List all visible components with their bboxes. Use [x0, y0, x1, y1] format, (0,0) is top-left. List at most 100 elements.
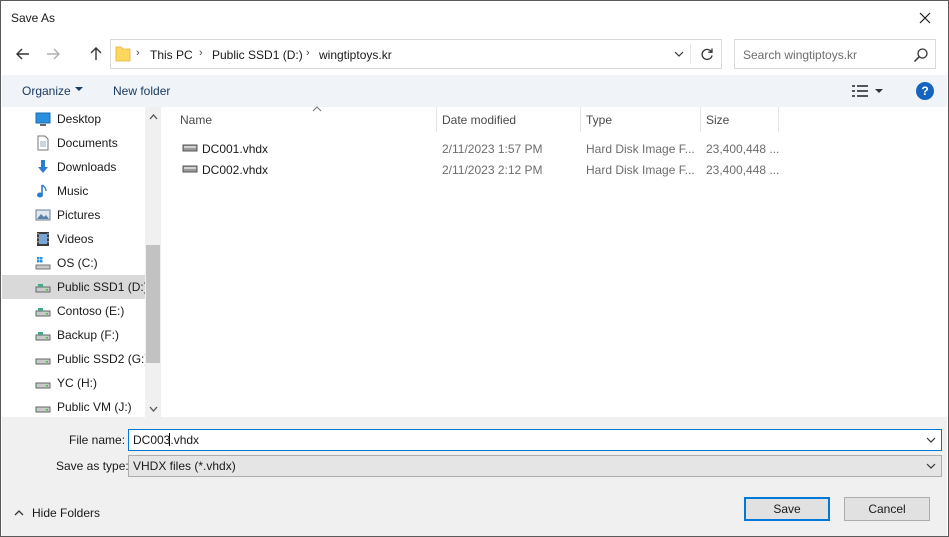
file-name-dropdown-button[interactable] [923, 432, 939, 448]
sidebar-item-label: Desktop [57, 112, 102, 126]
videos-icon [37, 232, 49, 246]
file-name-combobox[interactable]: DC003.vhdx [128, 429, 942, 451]
search-icon[interactable] [913, 47, 929, 63]
chevron-up-icon [149, 114, 157, 120]
address-history-dropdown[interactable] [667, 40, 691, 68]
pictures-icon [35, 209, 51, 221]
breadcrumb-wingtiptoys[interactable]: wingtiptoys.kr [319, 48, 392, 62]
address-bar[interactable]: › This PC › Public SSD1 (D:) › wingtipto… [110, 39, 722, 69]
sidebar-item-desktop[interactable]: Desktop [2, 107, 145, 131]
sidebar-item-yc-h[interactable]: YC (H:) [2, 371, 145, 395]
sidebar-item-public-vm-j[interactable]: Public VM (J:) [2, 395, 145, 417]
sidebar-item-documents[interactable]: Documents [2, 131, 145, 155]
up-button[interactable] [83, 41, 109, 67]
drive-icon [35, 382, 51, 389]
sidebar-item-contoso-e[interactable]: Contoso (E:) [2, 299, 145, 323]
sidebar-item-pictures[interactable]: Pictures [2, 203, 145, 227]
sidebar-item-downloads[interactable]: Downloads [2, 155, 145, 179]
window-title: Save As [11, 11, 56, 25]
sidebar-item-music[interactable]: Music [2, 179, 145, 203]
file-list: Name Date modified Type Size DC001.vhdx … [162, 106, 948, 417]
sidebar-item-label: Public SSD2 (G:) [57, 352, 149, 366]
column-header-label: Date modified [442, 113, 517, 127]
drive-icon [35, 358, 51, 365]
disk-image-icon [182, 144, 198, 152]
sidebar-item-os-c[interactable]: OS (C:) [2, 251, 145, 275]
file-name-text-before-caret: DC003 [133, 433, 171, 447]
file-size: 23,400,448 ... [706, 163, 780, 177]
file-name: DC001.vhdx [202, 142, 269, 156]
change-view-button[interactable] [852, 83, 888, 99]
scroll-thumb[interactable] [146, 245, 160, 363]
column-header-label: Name [180, 113, 213, 127]
command-bar: Organize New folder ? [2, 75, 947, 107]
scroll-up-button[interactable] [145, 109, 161, 125]
column-header-label: Type [586, 113, 613, 127]
column-header-date-modified[interactable]: Date modified [436, 107, 580, 132]
chevron-down-icon [926, 437, 936, 443]
file-size: 23,400,448 ... [706, 142, 780, 156]
search-input[interactable]: Search wingtiptoys.kr [743, 48, 857, 62]
new-folder-button[interactable]: New folder [113, 84, 170, 98]
save-as-type-value: VHDX files (*.vhdx) [133, 459, 236, 473]
sidebar-item-videos[interactable]: Videos [2, 227, 145, 251]
file-date-modified: 2/11/2023 1:57 PM [442, 142, 543, 156]
file-name: DC002.vhdx [202, 163, 269, 177]
file-type: Hard Disk Image F... [586, 163, 695, 177]
downloads-icon [38, 160, 48, 173]
column-header-type[interactable]: Type [580, 107, 700, 132]
chevron-down-icon [926, 463, 936, 469]
save-as-type-dropdown-button[interactable] [923, 458, 939, 474]
sidebar-item-label: YC (H:) [57, 376, 97, 390]
arrow-right-icon [47, 48, 60, 60]
sort-ascending-icon [312, 106, 322, 112]
save-as-dialog: Save As › This PC › Public SSD1 (D:) › w… [0, 0, 949, 537]
file-row[interactable]: DC001.vhdx 2/11/2023 1:57 PM Hard Disk I… [162, 138, 782, 159]
file-name-text-after-caret: .vhdx [170, 433, 200, 447]
save-as-type-label: Save as type: [56, 459, 129, 473]
help-button[interactable]: ? [916, 82, 934, 100]
file-row[interactable]: DC002.vhdx 2/11/2023 2:12 PM Hard Disk I… [162, 159, 782, 180]
chevron-up-icon [14, 510, 24, 516]
close-button[interactable] [902, 1, 948, 35]
address-divider [690, 44, 691, 64]
column-header-name[interactable]: Name [174, 106, 436, 132]
search-box[interactable]: Search wingtiptoys.kr [734, 39, 936, 69]
close-icon [919, 12, 931, 24]
forward-button[interactable] [40, 41, 66, 67]
disk-image-icon [182, 165, 198, 173]
desktop-icon [35, 112, 51, 126]
hide-folders-button[interactable]: Hide Folders [14, 505, 100, 521]
navigation-scrollbar[interactable] [145, 107, 161, 417]
sidebar-item-public-ssd1[interactable]: Public SSD1 (D:) [2, 275, 148, 299]
scroll-down-button[interactable] [145, 401, 161, 417]
sidebar-item-label: OS (C:) [57, 256, 98, 270]
file-date-modified: 2/11/2023 2:12 PM [442, 163, 543, 177]
back-button[interactable] [10, 41, 36, 67]
sidebar-item-backup-f[interactable]: Backup (F:) [2, 323, 145, 347]
column-header-size[interactable]: Size [700, 107, 778, 132]
folder-icon [115, 46, 131, 62]
music-icon [37, 184, 47, 198]
sidebar-item-label: Public SSD1 (D:) [57, 280, 148, 294]
sidebar-item-label: Contoso (E:) [57, 304, 125, 318]
refresh-button[interactable] [693, 40, 721, 68]
breadcrumb-this-pc[interactable]: This PC [150, 48, 193, 62]
sidebar-item-label: Music [57, 184, 89, 198]
organize-button[interactable]: Organize [22, 84, 71, 98]
refresh-icon [701, 48, 713, 61]
save-as-type-select[interactable]: VHDX files (*.vhdx) [128, 455, 942, 477]
sidebar-item-public-ssd2-g[interactable]: Public SSD2 (G:) [2, 347, 149, 371]
caret-down-icon [75, 87, 83, 91]
drive-icon [35, 308, 51, 317]
save-button[interactable]: Save [744, 497, 830, 521]
arrow-up-icon [90, 47, 102, 60]
os-drive-icon [35, 257, 51, 270]
sidebar-item-label: Pictures [57, 208, 101, 222]
cancel-button[interactable]: Cancel [844, 497, 930, 521]
column-divider[interactable] [778, 107, 779, 132]
details-view-icon [852, 85, 868, 97]
file-type: Hard Disk Image F... [586, 142, 695, 156]
file-name-input[interactable]: DC003.vhdx [133, 433, 199, 447]
breadcrumb-public-ssd1[interactable]: Public SSD1 (D:) [212, 48, 303, 62]
